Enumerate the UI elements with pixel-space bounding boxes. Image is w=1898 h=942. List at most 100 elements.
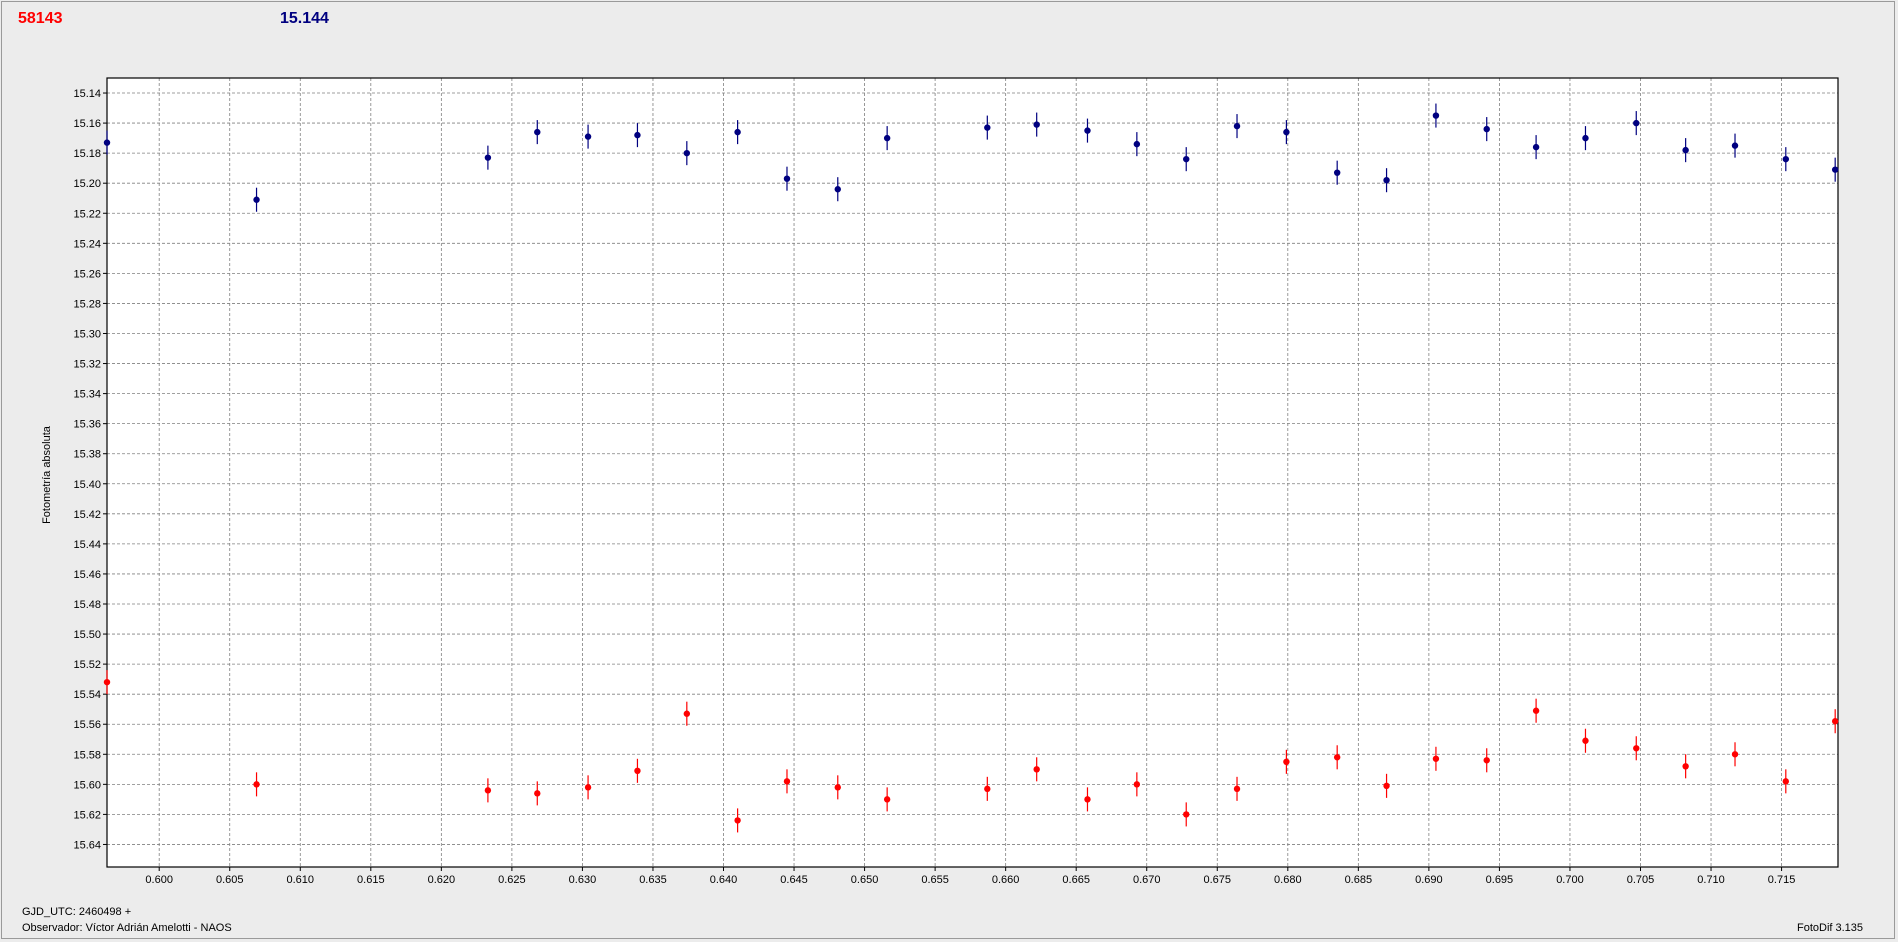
- y-tick-label: 15.30: [73, 328, 101, 340]
- data-point-red: [683, 710, 691, 717]
- x-tick-label: 0.700: [1556, 874, 1584, 886]
- data-point-red: [634, 767, 641, 775]
- data-point-red: [883, 796, 891, 803]
- data-point-red: [1582, 737, 1589, 744]
- data-point-blue: [1831, 166, 1839, 173]
- y-tick-label: 15.50: [73, 629, 101, 641]
- data-point-red: [734, 817, 741, 824]
- x-tick-label: 0.665: [1062, 874, 1090, 886]
- data-point-red: [1432, 755, 1440, 762]
- data-point-red: [1084, 796, 1091, 803]
- data-point-red: [1633, 745, 1640, 752]
- y-axis-label: Fotometría absoluta: [41, 426, 53, 524]
- data-point-blue: [484, 154, 492, 161]
- data-point-blue: [1483, 125, 1490, 133]
- data-point-blue: [103, 139, 111, 146]
- data-point-red: [584, 784, 592, 791]
- x-tick-label: 0.610: [287, 874, 315, 886]
- data-point-red: [1233, 785, 1241, 793]
- y-tick-label: 15.18: [73, 148, 101, 160]
- data-point-blue: [1782, 155, 1790, 163]
- x-tick-label: 0.670: [1133, 874, 1161, 886]
- data-point-blue: [683, 149, 691, 157]
- photometry-chart: 0.600 0.605 0.610 0.615 0.620 0.625 0.630 0.635…: [73, 77, 1839, 886]
- data-point-red: [1383, 782, 1390, 790]
- y-tick-label: 15.24: [73, 238, 101, 250]
- y-tick-label: 15.22: [73, 208, 101, 220]
- data-point-blue: [1432, 112, 1440, 119]
- y-tick-label: 15.20: [73, 178, 101, 190]
- data-point-blue: [1183, 155, 1190, 163]
- data-point-red: [1283, 758, 1290, 765]
- y-tick-label: 15.28: [73, 298, 101, 310]
- data-point-red: [1183, 811, 1190, 818]
- data-point-red: [1483, 757, 1490, 764]
- x-tick-label: 0.605: [216, 874, 244, 886]
- y-tick-label: 15.26: [73, 268, 101, 280]
- data-point-blue: [1333, 169, 1341, 176]
- data-point-blue: [783, 175, 791, 182]
- x-tick-label: 0.705: [1627, 874, 1655, 886]
- data-point-red: [484, 787, 492, 794]
- x-tick-label: 0.685: [1345, 874, 1373, 886]
- data-point-blue: [1582, 134, 1589, 142]
- data-point-blue: [1033, 121, 1040, 128]
- y-tick-label: 15.40: [73, 479, 101, 491]
- data-point-red: [253, 781, 260, 788]
- x-tick-label: 0.635: [639, 874, 667, 886]
- data-point-blue: [734, 128, 741, 136]
- y-tick-label: 15.36: [73, 419, 101, 431]
- data-point-red: [1831, 718, 1839, 725]
- data-point-red: [103, 678, 111, 686]
- data-point-red: [534, 790, 541, 797]
- x-tick-label: 0.690: [1415, 874, 1443, 886]
- y-tick-label: 15.58: [73, 749, 101, 761]
- data-point-blue: [1532, 143, 1540, 151]
- y-tick-label: 15.34: [73, 389, 101, 401]
- data-point-red: [783, 778, 791, 785]
- x-tick-label: 0.695: [1486, 874, 1514, 886]
- data-point-blue: [834, 186, 841, 193]
- data-point-red: [834, 784, 841, 791]
- x-tick-label: 0.710: [1697, 874, 1725, 886]
- x-tick-label: 0.645: [780, 874, 808, 886]
- plot-area: [107, 78, 1838, 867]
- footer-gjd: GJD_UTC: 2460498 +: [22, 906, 132, 918]
- y-tick-label: 15.38: [73, 449, 101, 461]
- y-tick-label: 15.42: [73, 509, 101, 521]
- data-point-red: [1731, 751, 1739, 758]
- x-tick-label: 0.715: [1768, 874, 1796, 886]
- data-point-red: [1033, 766, 1040, 773]
- footer-software: FotoDif 3.135: [1797, 922, 1864, 934]
- y-tick-label: 15.56: [73, 719, 101, 731]
- data-point-blue: [1084, 127, 1091, 134]
- x-tick-label: 0.620: [428, 874, 456, 886]
- y-tick-label: 15.14: [73, 88, 101, 100]
- x-tick-label: 0.615: [357, 874, 385, 886]
- y-tick-label: 15.52: [73, 659, 101, 671]
- data-point-red: [1782, 778, 1790, 785]
- data-point-blue: [1682, 146, 1689, 154]
- y-tick-label: 15.64: [73, 839, 101, 851]
- data-point-blue: [634, 131, 641, 139]
- data-point-blue: [984, 124, 991, 131]
- x-tick-label: 0.640: [710, 874, 738, 886]
- x-tick-label: 0.600: [145, 874, 173, 886]
- data-point-blue: [584, 133, 592, 140]
- data-point-blue: [534, 128, 541, 136]
- y-tick-label: 15.54: [73, 689, 101, 701]
- x-tick-label: 0.660: [992, 874, 1020, 886]
- data-point-red: [1532, 707, 1540, 714]
- data-point-blue: [253, 196, 260, 203]
- y-tick-label: 15.48: [73, 599, 101, 611]
- y-tick-label: 15.46: [73, 569, 101, 581]
- data-point-red: [1333, 754, 1341, 761]
- y-tick-label: 15.32: [73, 359, 101, 371]
- data-point-blue: [1633, 119, 1640, 127]
- data-point-blue: [1283, 128, 1290, 136]
- data-point-blue: [1233, 122, 1241, 130]
- y-tick-label: 15.60: [73, 779, 101, 791]
- data-point-blue: [1383, 176, 1390, 184]
- footer-observer: Observador: Víctor Adrián Amelotti - NAO…: [22, 922, 232, 934]
- data-point-blue: [1133, 140, 1141, 148]
